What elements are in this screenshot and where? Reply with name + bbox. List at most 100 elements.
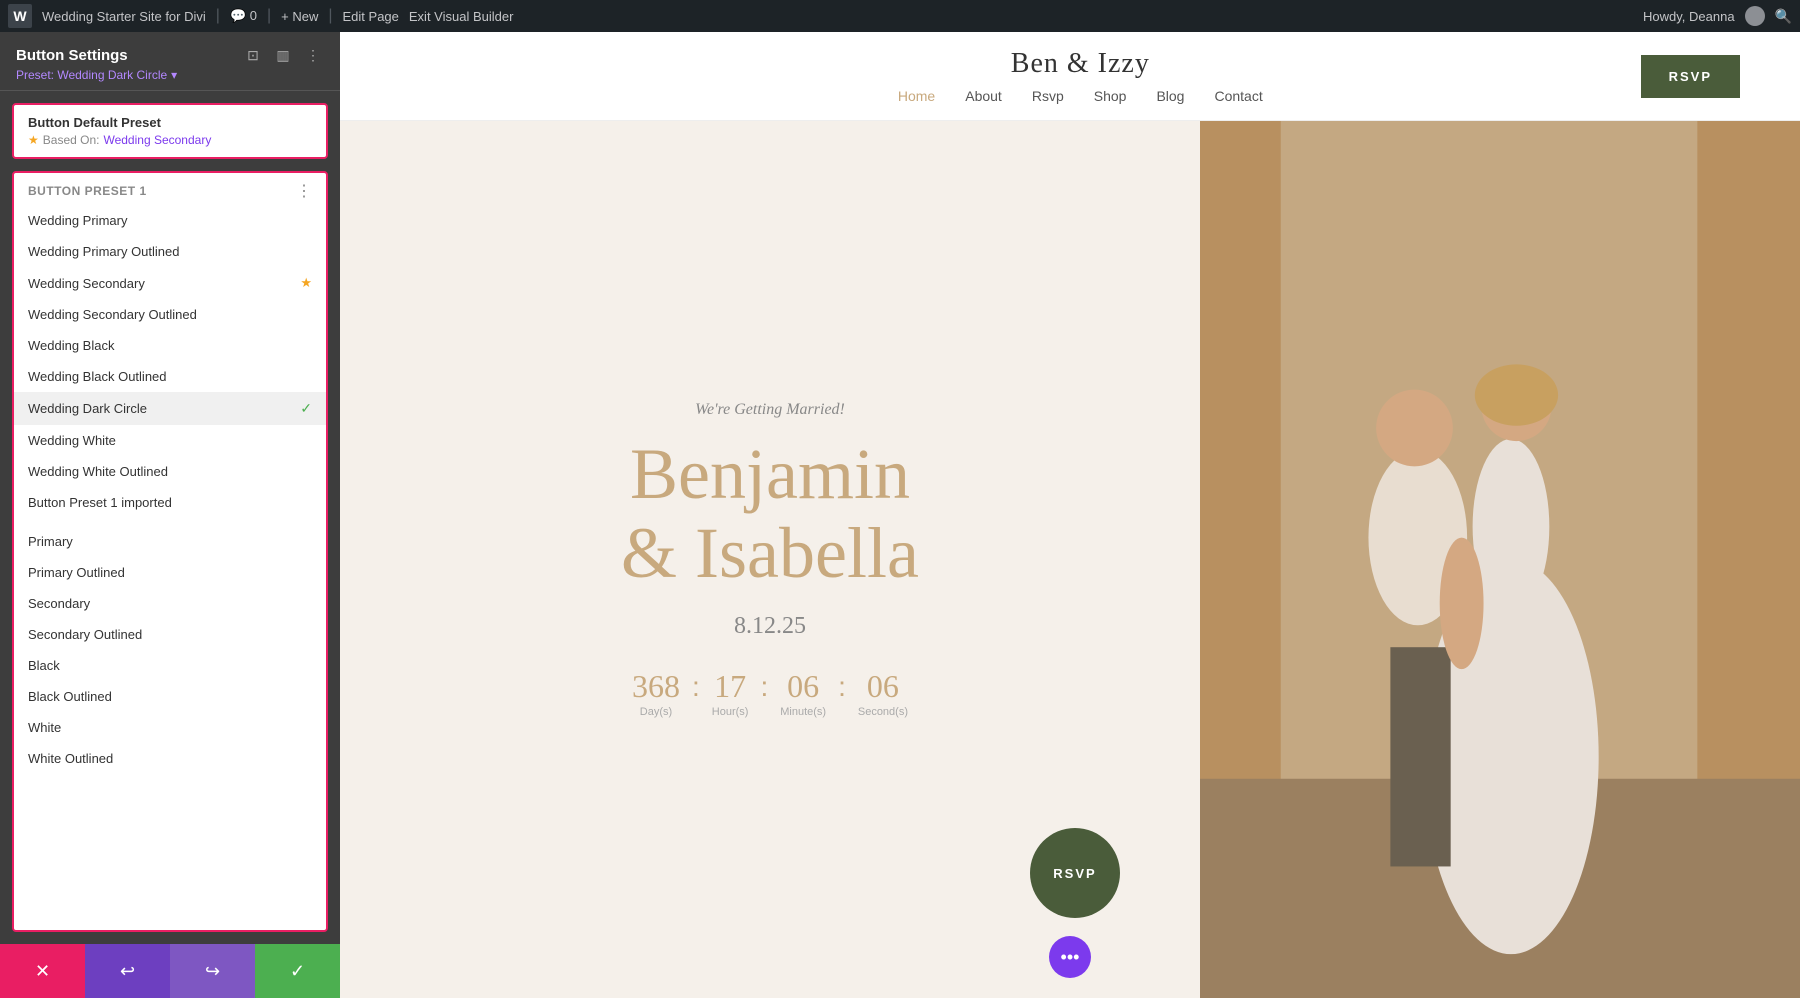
main-area: Button Settings ⊡ ▥ ⋮ Preset: Wedding Da… xyxy=(0,32,1800,998)
list-item[interactable]: Wedding White Outlined xyxy=(14,456,326,487)
list-item[interactable]: White xyxy=(14,712,326,743)
countdown-seconds-value: 06 xyxy=(867,670,899,702)
default-preset-title: Button Default Preset xyxy=(28,115,312,130)
hero-subtitle: We're Getting Married! xyxy=(695,401,845,419)
nav-blog[interactable]: Blog xyxy=(1156,88,1184,104)
list-item[interactable]: Wedding Secondary ★ xyxy=(14,267,326,299)
nav-rsvp[interactable]: Rsvp xyxy=(1032,88,1064,104)
search-icon[interactable]: 🔍 xyxy=(1775,8,1792,25)
layout-icon[interactable]: ▥ xyxy=(272,44,294,66)
hero-image xyxy=(1200,121,1800,998)
group-dots-icon[interactable]: ⋮ xyxy=(296,181,312,201)
responsive-icon[interactable]: ⊡ xyxy=(242,44,264,66)
nav-about[interactable]: About xyxy=(965,88,1002,104)
based-on-text: Based On: xyxy=(43,133,100,147)
list-item[interactable]: Wedding Dark Circle ✓ xyxy=(14,392,326,425)
comments-link[interactable]: 💬 0 xyxy=(230,8,257,24)
list-item[interactable]: Secondary Outlined xyxy=(14,619,326,650)
preset-item-name: White xyxy=(28,720,312,735)
site-name-link[interactable]: Wedding Starter Site for Divi xyxy=(42,9,206,24)
hero-left: We're Getting Married! Benjamin& Isabell… xyxy=(340,121,1200,998)
list-item[interactable]: Wedding Primary xyxy=(14,205,326,236)
countdown-sep-3: : xyxy=(838,670,846,703)
list-item[interactable]: Wedding Secondary Outlined xyxy=(14,299,326,330)
preset-item-name: White Outlined xyxy=(28,751,312,766)
list-item[interactable]: Primary Outlined xyxy=(14,557,326,588)
preset-item-name: Wedding Dark Circle xyxy=(28,401,300,416)
list-item[interactable]: Black Outlined xyxy=(14,681,326,712)
rsvp-circle-button[interactable]: RSVP xyxy=(1030,828,1120,918)
countdown: 368 Day(s) : 17 Hour(s) : 06 Minute(s) : xyxy=(632,670,908,718)
preset-item-name: Button Preset 1 imported xyxy=(28,495,312,510)
panel-title: Button Settings xyxy=(16,47,128,64)
new-link[interactable]: + New xyxy=(281,9,318,24)
countdown-hours-label: Hour(s) xyxy=(712,706,749,718)
nav-home[interactable]: Home xyxy=(898,88,935,104)
site-header: Ben & Izzy Home About Rsvp Shop Blog Con… xyxy=(340,32,1800,121)
countdown-days-value: 368 xyxy=(632,670,680,702)
header-rsvp-button[interactable]: RSVP xyxy=(1641,55,1740,98)
list-item[interactable]: Secondary xyxy=(14,588,326,619)
preset-item-name: Wedding Secondary Outlined xyxy=(28,307,312,322)
list-item[interactable]: Button Preset 1 imported xyxy=(14,487,326,518)
admin-bar-left: W Wedding Starter Site for Divi | 💬 0 | … xyxy=(8,4,1631,28)
separator3: | xyxy=(328,7,332,25)
howdy-text: Howdy, Deanna xyxy=(1643,9,1735,24)
preset-label[interactable]: Preset: Wedding Dark Circle ▾ xyxy=(16,68,324,82)
list-item[interactable]: Primary xyxy=(14,526,326,557)
list-item[interactable]: Wedding Black xyxy=(14,330,326,361)
preset-item-name: Secondary Outlined xyxy=(28,627,312,642)
edit-page-link[interactable]: Edit Page xyxy=(343,9,399,24)
preset-item-name: Black Outlined xyxy=(28,689,312,704)
separator: | xyxy=(216,7,220,25)
cancel-button[interactable]: ✕ xyxy=(0,944,85,998)
save-button[interactable]: ✓ xyxy=(255,944,340,998)
site-nav: Home About Rsvp Shop Blog Contact xyxy=(898,88,1263,104)
preset-item-name: Wedding White Outlined xyxy=(28,464,312,479)
exit-visual-builder-link[interactable]: Exit Visual Builder xyxy=(409,9,514,24)
avatar xyxy=(1745,6,1765,26)
more-icon[interactable]: ⋮ xyxy=(302,44,324,66)
bottom-dots-button[interactable]: ••• xyxy=(1049,936,1091,978)
bottom-bar: ✕ ↩ ↪ ✓ xyxy=(0,944,340,998)
list-item[interactable]: Wedding White xyxy=(14,425,326,456)
hero-names: Benjamin& Isabella xyxy=(621,435,919,593)
list-item[interactable]: Wedding Primary Outlined xyxy=(14,236,326,267)
left-panel: Button Settings ⊡ ▥ ⋮ Preset: Wedding Da… xyxy=(0,32,340,998)
nav-contact[interactable]: Contact xyxy=(1214,88,1262,104)
countdown-sep-1: : xyxy=(692,670,700,703)
countdown-sep-2: : xyxy=(760,670,768,703)
preset-item-name: Black xyxy=(28,658,312,673)
dots-circle-icon[interactable]: ••• xyxy=(1049,936,1091,978)
based-on-link[interactable]: Wedding Secondary xyxy=(103,133,211,147)
chevron-down-icon: ▾ xyxy=(171,68,177,82)
preset-item-name: Primary Outlined xyxy=(28,565,312,580)
preset-item-name: Wedding White xyxy=(28,433,312,448)
panel-header: Button Settings ⊡ ▥ ⋮ Preset: Wedding Da… xyxy=(0,32,340,91)
star-icon: ★ xyxy=(28,133,39,147)
nav-shop[interactable]: Shop xyxy=(1094,88,1127,104)
website-preview: Ben & Izzy Home About Rsvp Shop Blog Con… xyxy=(340,32,1800,998)
redo-button[interactable]: ↪ xyxy=(170,944,255,998)
hero-date: 8.12.25 xyxy=(734,613,806,640)
countdown-seconds: 06 Second(s) xyxy=(858,670,908,718)
site-title: Ben & Izzy xyxy=(1011,48,1150,80)
panel-header-icons: ⊡ ▥ ⋮ xyxy=(242,44,324,66)
undo-button[interactable]: ↩ xyxy=(85,944,170,998)
list-item[interactable]: Wedding Black Outlined xyxy=(14,361,326,392)
countdown-days: 368 Day(s) xyxy=(632,670,680,718)
preset-group-header-1: Button Preset 1 ⋮ xyxy=(14,173,326,205)
preset-item-name: Wedding Secondary xyxy=(28,276,300,291)
preset-item-name: Wedding Black Outlined xyxy=(28,369,312,384)
admin-bar: W Wedding Starter Site for Divi | 💬 0 | … xyxy=(0,0,1800,32)
hero-section: We're Getting Married! Benjamin& Isabell… xyxy=(340,121,1800,998)
preset-item-name: Wedding Black xyxy=(28,338,312,353)
countdown-minutes-label: Minute(s) xyxy=(780,706,826,718)
preset-item-name: Wedding Primary xyxy=(28,213,312,228)
hero-image-placeholder xyxy=(1200,121,1800,998)
list-item[interactable]: White Outlined xyxy=(14,743,326,774)
countdown-seconds-label: Second(s) xyxy=(858,706,908,718)
list-item[interactable]: Black xyxy=(14,650,326,681)
countdown-hours-value: 17 xyxy=(714,670,746,702)
wordpress-logo[interactable]: W xyxy=(8,4,32,28)
